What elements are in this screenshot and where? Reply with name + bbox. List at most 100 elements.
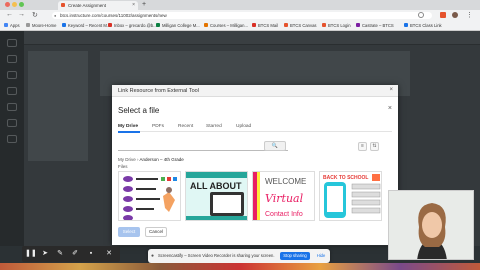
- bookmark-item[interactable]: Courses – Milligan...: [204, 23, 248, 28]
- picker-close-icon[interactable]: ×: [388, 105, 392, 112]
- bookmark-icon: [62, 23, 66, 27]
- sharing-message: Screencastify – Screen Video Recorder is…: [158, 253, 275, 258]
- bookmark-item[interactable]: Milligan College M...: [156, 23, 200, 28]
- pause-icon[interactable]: ❚❚: [25, 249, 37, 259]
- list-view-icon[interactable]: ≡: [358, 142, 367, 151]
- profile-icon[interactable]: [452, 12, 458, 18]
- bookmark-item[interactable]: BTCS Mail: [252, 23, 278, 28]
- webcam-overlay[interactable]: [388, 190, 474, 260]
- cancel-button[interactable]: Cancel: [145, 227, 167, 237]
- bookmark-item[interactable]: Castrate – BTCS: [356, 23, 394, 28]
- tab-starred[interactable]: Starred: [206, 124, 222, 129]
- minimize-window-button[interactable]: [12, 2, 17, 7]
- presenter-video: [389, 191, 473, 259]
- sort-icon[interactable]: ⇅: [370, 142, 379, 151]
- search-icon: 🔍: [271, 143, 279, 149]
- picker-tabs: My Drive PDFs Recent Starred Upload: [118, 122, 392, 133]
- tab-upload[interactable]: Upload: [236, 124, 251, 129]
- course-nav-panel: [28, 51, 88, 161]
- nav-inbox-icon[interactable]: [7, 103, 17, 111]
- google-file-picker: Select a file × My Drive PDFs Recent Sta…: [112, 97, 398, 245]
- file-thumbnail-all-about[interactable]: ALL ABOUT: [185, 171, 248, 221]
- canvas-icon: [284, 23, 288, 27]
- browser-tab[interactable]: Create Assignment ×: [58, 1, 138, 10]
- bookmark-icon: [356, 23, 360, 27]
- star-icon[interactable]: [418, 12, 424, 18]
- reload-icon[interactable]: ↻: [32, 11, 38, 19]
- browser-tab-bar: Create Assignment × +: [0, 0, 480, 10]
- extension-icon[interactable]: [440, 12, 446, 18]
- menu-icon[interactable]: ⋮: [466, 11, 473, 19]
- tab-recent[interactable]: Recent: [178, 124, 193, 129]
- bookmark-item[interactable]: Keyword – Recent M...: [62, 23, 110, 28]
- thumb-back-to-school-text: BACK TO SCHOOL: [323, 175, 368, 181]
- bookmark-label: BTCS Class Link: [410, 23, 442, 28]
- thumb-welcome-text: WELCOME: [265, 177, 306, 186]
- all-about-graphic: ALL ABOUT: [186, 172, 247, 220]
- gmail-icon: [108, 23, 112, 27]
- camera-icon[interactable]: ▪: [86, 249, 96, 259]
- hide-button[interactable]: Hide: [314, 252, 328, 260]
- bookmark-label: Inbox – grecardo.@b...: [114, 23, 157, 28]
- select-button[interactable]: Select: [118, 227, 140, 237]
- bookmark-label: Keyword – Recent M...: [68, 23, 111, 28]
- maximize-window-button[interactable]: [19, 2, 24, 7]
- highlighter-icon[interactable]: ✐: [70, 249, 80, 259]
- files-section-label: Files: [118, 164, 128, 169]
- thumb-contact-text: Contact Info: [265, 211, 303, 218]
- bookmark-item[interactable]: BTCS Login: [322, 23, 351, 28]
- breadcrumb: My Drive › Anderson – 4th Grade: [118, 157, 184, 162]
- canvas-icon: [322, 23, 326, 27]
- new-tab-icon[interactable]: +: [142, 1, 146, 8]
- tab-my-drive[interactable]: My Drive: [118, 124, 138, 129]
- search-input[interactable]: [118, 142, 288, 151]
- classlink-icon: [404, 23, 408, 27]
- breadcrumb-root[interactable]: My Drive: [118, 157, 136, 162]
- cursor-icon[interactable]: ➤: [40, 249, 50, 259]
- close-window-button[interactable]: [5, 2, 10, 7]
- close-icon[interactable]: ✕: [104, 249, 114, 259]
- nav-calendar-icon[interactable]: [7, 87, 17, 95]
- bookmark-item[interactable]: BTCS Class Link: [404, 23, 442, 28]
- nav-help-icon[interactable]: [7, 135, 17, 143]
- nav-account-icon[interactable]: [7, 39, 17, 47]
- pen-icon[interactable]: ✎: [55, 249, 65, 259]
- bookmark-icon: [26, 23, 30, 27]
- tab-pdfs[interactable]: PDFs: [152, 124, 164, 129]
- nav-history-icon[interactable]: [7, 119, 17, 127]
- screen-sharing-notice: ● Screencastify – Screen Video Recorder …: [148, 249, 330, 263]
- global-navigation: [0, 31, 24, 246]
- breadcrumb-folder: Anderson – 4th Grade: [139, 157, 184, 162]
- desktop-dock: [0, 263, 480, 270]
- file-thumbnail-welcome[interactable]: WELCOME Virtual Contact Info: [252, 171, 315, 221]
- address-bar-row: ← → ↻ ● btcs.instructure.com/courses/110…: [0, 10, 480, 21]
- bookmark-item[interactable]: Apps: [4, 23, 20, 28]
- bookmark-item[interactable]: Moore-Home: [26, 23, 56, 28]
- gmail-icon: [252, 23, 256, 27]
- thumb-virtual-text: Virtual: [265, 192, 304, 205]
- tab-title: Create Assignment: [68, 3, 107, 8]
- bookmark-label: Courses – Milligan...: [210, 23, 248, 28]
- nav-courses-icon[interactable]: [7, 71, 17, 79]
- picker-title: Select a file: [118, 106, 160, 115]
- slides-list-graphic: [119, 172, 180, 220]
- close-tab-icon[interactable]: ×: [132, 2, 135, 8]
- dialog-header: Link Resource from External Tool ×: [112, 85, 398, 97]
- stop-sharing-button[interactable]: Stop sharing: [280, 252, 310, 260]
- file-thumbnail-slides[interactable]: [118, 171, 181, 221]
- forward-icon[interactable]: →: [18, 11, 25, 18]
- bookmark-item[interactable]: Inbox – grecardo.@b...: [108, 23, 157, 28]
- nav-dashboard-icon[interactable]: [7, 55, 17, 63]
- lock-icon: ●: [54, 13, 57, 18]
- bookmark-icon: [156, 23, 160, 27]
- external-tool-dialog: Link Resource from External Tool × Selec…: [112, 85, 398, 245]
- bookmark-item[interactable]: BTCS Canvas: [284, 23, 317, 28]
- thumb-all-about-text: ALL ABOUT: [190, 181, 242, 191]
- back-icon[interactable]: ←: [6, 11, 13, 18]
- file-thumbnail-back-to-school[interactable]: BACK TO SCHOOL: [319, 171, 382, 221]
- search-button[interactable]: 🔍: [264, 141, 286, 151]
- url-text: btcs.instructure.com/courses/11002/assig…: [60, 13, 167, 18]
- dialog-close-icon[interactable]: ×: [389, 87, 393, 93]
- url-field[interactable]: ● btcs.instructure.com/courses/11002/ass…: [52, 12, 432, 19]
- apps-icon: [4, 23, 8, 27]
